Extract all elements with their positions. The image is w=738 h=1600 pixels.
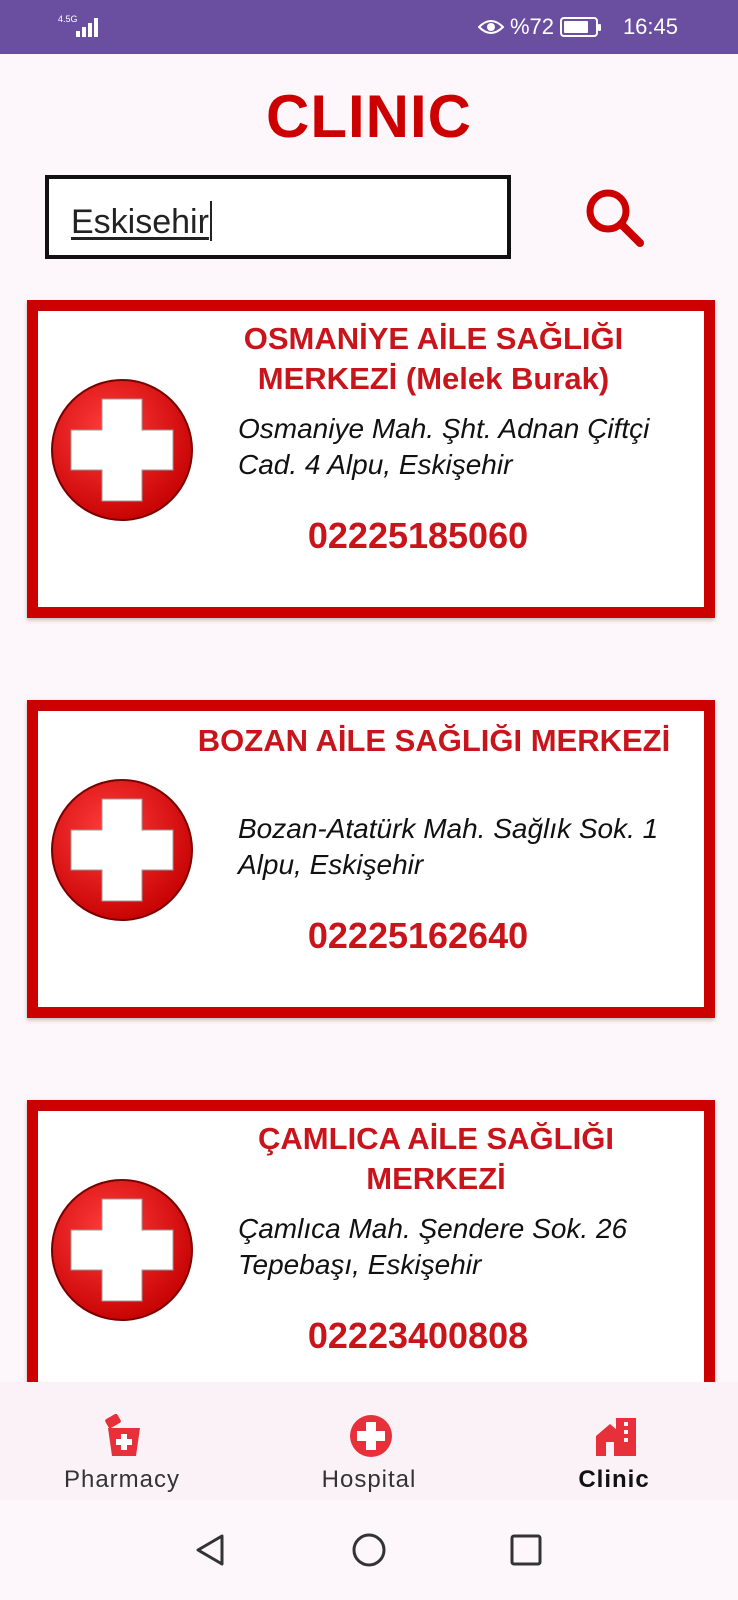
nav-label: Clinic [578,1466,650,1493]
page-title: CLINIC [266,83,472,150]
clinic-name: ÇAMLICA AİLE SAĞLIĞI MERKEZİ [258,1121,614,1196]
clinic-phone[interactable]: 02225185060 [238,515,598,557]
clinic-building-icon [596,1418,636,1456]
nav-item-pharmacy[interactable]: Pharmacy [22,1382,222,1500]
system-navigation-bar [0,1500,738,1600]
nav-label: Hospital [321,1466,417,1493]
clinic-card[interactable]: BOZAN AİLE SAĞLIĞI MERKEZİ Bozan-Atatürk… [27,700,715,1018]
network-type: 4.5G [58,14,78,24]
medical-cross-icon [51,1179,193,1321]
recents-icon[interactable] [506,1530,546,1570]
search-input-value: Eskisehir [71,203,209,241]
clinic-card[interactable]: OSMANİYE AİLE SAĞLIĞI MERKEZİ (Melek Bur… [27,300,715,618]
nav-item-hospital[interactable]: Hospital [269,1382,469,1500]
medical-cross-icon [51,779,193,921]
nav-label: Pharmacy [63,1466,181,1493]
hospital-cross-icon [350,1415,392,1457]
search-input[interactable]: Eskisehir [45,175,511,259]
clinic-phone[interactable]: 02225162640 [238,915,598,957]
bottom-navigation: Pharmacy Hospital Clinic [0,1382,738,1500]
battery-icon [560,17,601,37]
clinic-name: OSMANİYE AİLE SAĞLIĞI MERKEZİ (Melek Bur… [243,321,624,396]
status-bar: 4.5G %72 16:45 [0,0,738,54]
clinic-address: Bozan-Atatürk Mah. Sağlık Sok. 1 Alpu, E… [238,813,659,880]
medical-cross-icon [51,379,193,521]
search-icon[interactable] [580,184,650,254]
battery-percent: %72 [509,14,554,39]
clock: 16:45 [622,14,678,39]
pharmacy-icon [105,1414,140,1456]
back-icon[interactable] [190,1530,230,1570]
eye-comfort-icon [477,20,504,34]
signal-icon [76,18,98,37]
clinic-address: Osmaniye Mah. Şht. Adnan Çiftçi Cad. 4 A… [238,413,650,480]
clinic-address: Çamlıca Mah. Şendere Sok. 26 Tepebaşı, E… [238,1213,628,1280]
clinic-phone[interactable]: 02223400808 [238,1315,598,1357]
home-icon[interactable] [349,1530,389,1570]
text-caret [209,201,212,241]
clinic-card[interactable]: ÇAMLICA AİLE SAĞLIĞI MERKEZİ Çamlıca Mah… [27,1100,715,1382]
clinic-list[interactable]: OSMANİYE AİLE SAĞLIĞI MERKEZİ (Melek Bur… [0,300,738,1382]
clinic-name: BOZAN AİLE SAĞLIĞI MERKEZİ [197,723,671,758]
nav-item-clinic[interactable]: Clinic [514,1382,714,1500]
